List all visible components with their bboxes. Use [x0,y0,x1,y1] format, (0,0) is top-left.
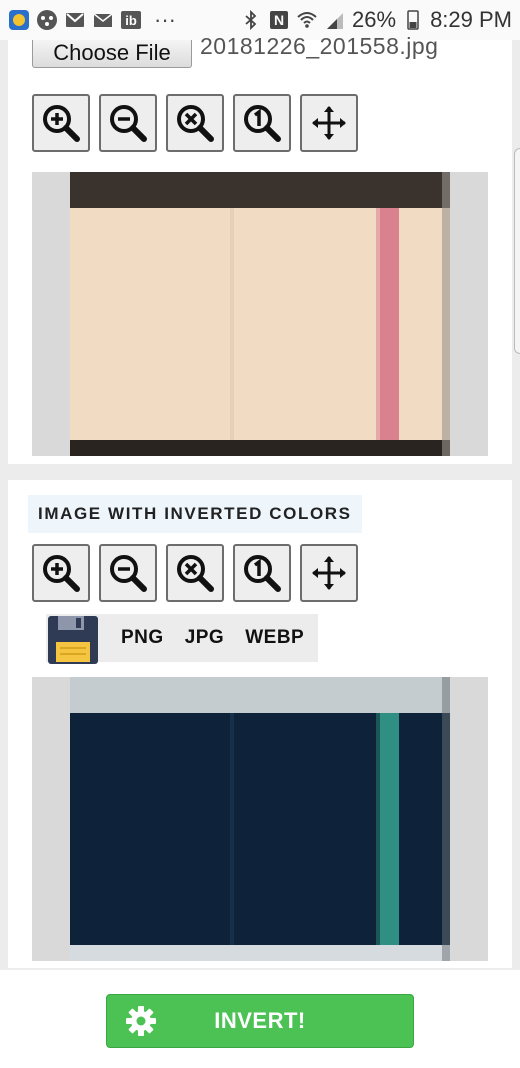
zoom-reset-button[interactable] [166,544,224,602]
zoom-reset-icon [177,555,214,592]
clock: 8:29 PM [430,7,512,32]
inverted-image-toolbar [32,544,358,602]
zoom-reset-button[interactable] [166,94,224,152]
zoom-actual-size-button[interactable] [233,544,291,602]
floppy-disk-icon [46,614,100,666]
gmail-icon [64,9,86,31]
move-button[interactable] [300,94,358,152]
bluetooth-icon [240,9,262,31]
zoom-in-icon [43,105,80,142]
zoom-in-button[interactable] [32,94,90,152]
choose-file-button[interactable]: Choose File [32,40,192,68]
wifi-icon [296,9,318,31]
inverted-test-strip-image [70,677,450,961]
bottom-action-bar: INVERT! [0,970,520,1068]
app-icon [8,9,30,31]
save-webp-link[interactable]: WEBP [245,627,304,649]
invert-button[interactable]: INVERT! [106,994,414,1048]
invert-button-label: INVERT! [214,1008,306,1033]
zoom-actual-size-icon [244,105,281,142]
gear-icon [125,1005,157,1037]
save-image-row: PNG JPG WEBP [46,614,318,664]
inverted-image-viewer[interactable] [32,677,488,961]
signal-icon [324,9,346,31]
zoom-in-icon [43,555,80,592]
original-image-viewer[interactable] [32,172,488,456]
move-arrows-icon [312,106,346,140]
section-title: IMAGE WITH INVERTED COLORS [28,495,362,533]
save-png-link[interactable]: PNG [121,627,164,649]
original-test-strip-image [70,172,450,456]
zoom-out-button[interactable] [99,544,157,602]
save-jpg-link[interactable]: JPG [185,627,225,649]
battery-percent: 26% [352,7,397,32]
move-button[interactable] [300,544,358,602]
move-arrows-icon [312,556,346,590]
zoom-actual-size-icon [244,555,281,592]
selected-file-name: 20181226_201558.jpg [200,33,439,59]
zoom-actual-size-button[interactable] [233,94,291,152]
battery-icon [402,9,424,31]
inverted-image-card: IMAGE WITH INVERTED COLORS PNG JPG WEBP [8,480,512,968]
original-image-toolbar [32,94,358,152]
nfc-icon: N [268,9,290,31]
zoom-out-icon [110,105,147,142]
zoom-reset-icon [177,105,214,142]
zoom-out-button[interactable] [99,94,157,152]
mail-icon [92,9,114,31]
scrollbar-thumb[interactable] [514,148,520,354]
game-controller-icon [36,9,58,31]
file-upload-row: Choose File 20181226_201558.jpg [32,33,438,68]
ib-icon: ib [120,9,142,31]
original-image-card: Choose File 20181226_201558.jpg [8,33,512,464]
zoom-in-button[interactable] [32,544,90,602]
svg-text:ib: ib [125,13,137,28]
zoom-out-icon [110,555,147,592]
svg-text:N: N [274,12,284,28]
more-dots-icon: ··· [154,7,176,32]
